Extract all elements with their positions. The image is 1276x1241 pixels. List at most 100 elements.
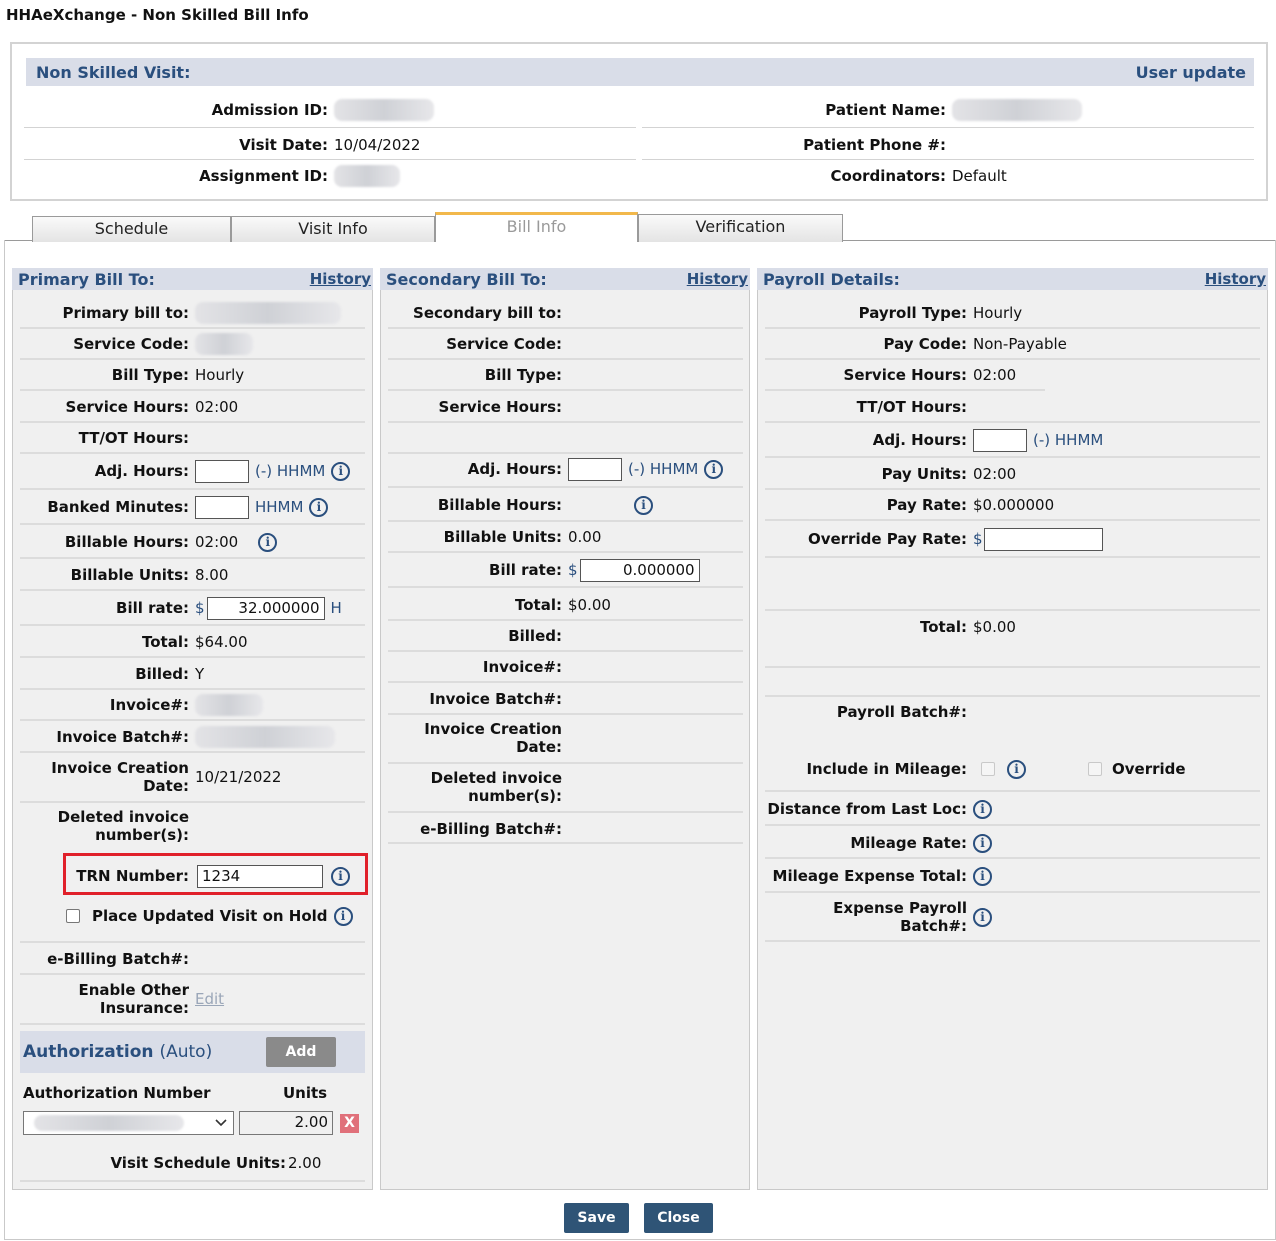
payroll-history-link[interactable]: History bbox=[1205, 270, 1266, 288]
payroll-service-hours-label: Service Hours: bbox=[843, 366, 967, 384]
override-pay-rate-input[interactable] bbox=[983, 527, 1103, 551]
admission-id-label: Admission ID: bbox=[211, 101, 328, 119]
authorization-select-value bbox=[34, 1115, 184, 1131]
adj-hours-label: Adj. Hours: bbox=[94, 462, 189, 480]
expense-payroll-batch-label: Expense Payroll Batch#: bbox=[833, 899, 967, 935]
secondary-billable-hours-info-icon[interactable]: i bbox=[634, 495, 653, 515]
secondary-bill-rate-input[interactable]: 0.000000 bbox=[579, 558, 700, 582]
include-mileage-checkbox[interactable] bbox=[981, 762, 995, 776]
expense-batch-info-icon[interactable]: i bbox=[973, 907, 992, 927]
adj-hours-input[interactable] bbox=[195, 459, 249, 483]
secondary-adj-hours-info-icon[interactable]: i bbox=[704, 459, 724, 479]
payroll-total-label: Total: bbox=[920, 618, 967, 636]
patient-name-value bbox=[952, 99, 1082, 121]
add-authorization-button[interactable]: Add bbox=[266, 1037, 336, 1067]
primary-history-link[interactable]: History bbox=[310, 270, 371, 288]
secondary-invoice-creation-label: Invoice Creation Date: bbox=[424, 720, 562, 756]
bill-rate-input[interactable]: 32.000000 bbox=[206, 596, 325, 620]
banked-minutes-label: Banked Minutes: bbox=[47, 498, 189, 516]
pay-code-label: Pay Code: bbox=[883, 335, 967, 353]
hold-checkbox[interactable] bbox=[66, 909, 80, 923]
primary-title: Primary Bill To: bbox=[18, 269, 155, 289]
enable-insurance-label: Enable Other Insurance: bbox=[78, 981, 190, 1017]
payroll-ttot-label: TT/OT Hours: bbox=[856, 398, 967, 416]
hold-info-icon[interactable]: i bbox=[333, 906, 353, 926]
mileage-expense-info-icon[interactable]: i bbox=[973, 866, 992, 886]
rate-unit-link[interactable]: H bbox=[331, 599, 342, 617]
service-hours-label: Service Hours: bbox=[65, 398, 189, 416]
remove-authorization-icon[interactable]: X bbox=[340, 1114, 359, 1133]
override-mileage-checkbox[interactable] bbox=[1088, 762, 1102, 776]
close-button[interactable]: Close bbox=[644, 1203, 713, 1233]
invoice-batch-value bbox=[195, 726, 335, 748]
mileage-rate-info-icon[interactable]: i bbox=[973, 833, 992, 853]
coordinators-value: Default bbox=[952, 167, 1007, 185]
trn-highlight-box bbox=[63, 853, 368, 895]
secondary-bill-rate-label: Bill rate: bbox=[489, 561, 562, 579]
tab-verification[interactable]: Verification bbox=[638, 214, 843, 242]
assignment-id-label: Assignment ID: bbox=[199, 167, 328, 185]
invoice-label: Invoice#: bbox=[109, 696, 189, 714]
secondary-adj-hours-input[interactable] bbox=[568, 457, 622, 481]
bill-type-label: Bill Type: bbox=[111, 366, 189, 384]
pay-rate-value: $0.000000 bbox=[973, 496, 1055, 514]
billable-hours-label: Billable Hours: bbox=[64, 533, 189, 551]
authorization-select[interactable] bbox=[23, 1111, 234, 1135]
visit-schedule-units-label: Visit Schedule Units: bbox=[110, 1154, 286, 1172]
secondary-adj-hours-hint: (-) HHMM bbox=[628, 460, 699, 478]
payroll-type-label: Payroll Type: bbox=[858, 304, 967, 322]
secondary-service-hours-label: Service Hours: bbox=[438, 398, 562, 416]
secondary-adj-hours-label: Adj. Hours: bbox=[467, 460, 562, 478]
service-code-value bbox=[195, 333, 253, 355]
deleted-invoice-label: Deleted invoice number(s): bbox=[57, 808, 189, 844]
billable-units-label: Billable Units: bbox=[70, 566, 189, 584]
chevron-down-icon bbox=[215, 1119, 227, 1127]
distance-info-icon[interactable]: i bbox=[973, 799, 992, 819]
tab-visit-info[interactable]: Visit Info bbox=[231, 216, 435, 242]
authorization-number-header: Authorization Number bbox=[23, 1084, 211, 1102]
secondary-total-value: $0.00 bbox=[568, 596, 611, 614]
authorization-units-input[interactable]: 2.00 bbox=[239, 1111, 333, 1135]
primary-title-bar: Primary Bill To: History bbox=[12, 268, 373, 290]
ebilling-batch-label: e-Billing Batch#: bbox=[47, 950, 189, 968]
payroll-adj-hours-input[interactable] bbox=[973, 428, 1027, 452]
primary-bill-to-value bbox=[195, 302, 341, 324]
billed-label: Billed: bbox=[135, 665, 189, 683]
hold-label: Place Updated Visit on Hold bbox=[92, 907, 328, 925]
banked-minutes-info-icon[interactable]: i bbox=[309, 497, 329, 517]
secondary-billable-hours-label: Billable Hours: bbox=[437, 496, 562, 514]
secondary-service-code-label: Service Code: bbox=[446, 335, 562, 353]
total-label: Total: bbox=[142, 633, 189, 651]
secondary-invoice-batch-label: Invoice Batch#: bbox=[429, 690, 562, 708]
tab-bill-info[interactable]: Bill Info bbox=[435, 212, 638, 242]
secondary-billable-units-label: Billable Units: bbox=[443, 528, 562, 546]
secondary-bill-rate-currency: $ bbox=[568, 561, 578, 579]
tab-schedule[interactable]: Schedule bbox=[32, 216, 231, 242]
visit-header-title: Non Skilled Visit: bbox=[36, 62, 191, 82]
pay-rate-label: Pay Rate: bbox=[886, 496, 967, 514]
distance-last-loc-label: Distance from Last Loc: bbox=[767, 800, 967, 818]
admission-id-value bbox=[334, 99, 434, 121]
banked-minutes-input[interactable] bbox=[195, 495, 249, 519]
patient-phone-label: Patient Phone #: bbox=[803, 136, 946, 154]
include-mileage-info-icon[interactable]: i bbox=[1007, 759, 1026, 779]
secondary-ebilling-label: e-Billing Batch#: bbox=[420, 820, 562, 838]
billable-hours-info-icon[interactable]: i bbox=[258, 532, 278, 552]
pay-code-value: Non-Payable bbox=[973, 335, 1067, 353]
secondary-history-link[interactable]: History bbox=[687, 270, 748, 288]
save-button[interactable]: Save bbox=[564, 1203, 629, 1233]
secondary-billed-label: Billed: bbox=[508, 627, 562, 645]
mileage-rate-label: Mileage Rate: bbox=[850, 834, 967, 852]
payroll-batch-label: Payroll Batch#: bbox=[836, 703, 967, 721]
secondary-billable-units-value: 0.00 bbox=[568, 528, 602, 546]
total-value: $64.00 bbox=[195, 633, 248, 651]
banked-minutes-hint: HHMM bbox=[255, 498, 304, 516]
enable-insurance-edit-link[interactable]: Edit bbox=[195, 990, 224, 1008]
authorization-title: Authorization bbox=[23, 1042, 154, 1062]
mileage-expense-total-label: Mileage Expense Total: bbox=[772, 867, 967, 885]
visit-header-bar: Non Skilled Visit: User update bbox=[26, 58, 1254, 86]
payroll-adj-hours-hint: (-) HHMM bbox=[1033, 431, 1104, 449]
adj-hours-info-icon[interactable]: i bbox=[331, 461, 351, 481]
visit-schedule-units-value: 2.00 bbox=[288, 1154, 322, 1172]
pay-units-value: 02:00 bbox=[973, 465, 1017, 483]
